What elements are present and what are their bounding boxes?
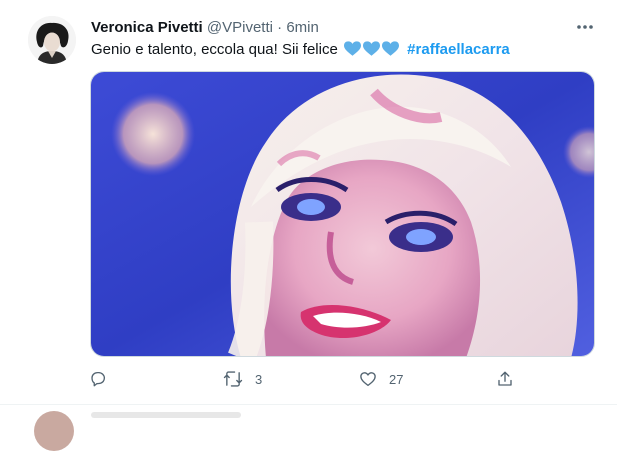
blue-heart-icon bbox=[344, 41, 361, 56]
retweet-button[interactable]: 3 bbox=[223, 366, 262, 392]
tweet-media-image[interactable] bbox=[90, 71, 595, 357]
share-button[interactable] bbox=[496, 366, 514, 392]
tweet-text: Genio e talento, eccola qua! Sii felice … bbox=[91, 40, 510, 60]
hashtag-link[interactable]: #raffaellacarra bbox=[407, 41, 510, 58]
tweet-actions: 3 27 bbox=[0, 366, 617, 392]
like-button[interactable]: 27 bbox=[359, 366, 403, 392]
blue-hearts-emoji bbox=[344, 41, 399, 57]
like-icon bbox=[360, 372, 376, 387]
retweet-count: 3 bbox=[255, 371, 263, 387]
more-horizontal-icon bbox=[577, 25, 593, 29]
tweet[interactable]: Veronica Pivetti @VPivetti · 6min Genio … bbox=[0, 0, 617, 405]
blue-heart-icon bbox=[382, 41, 399, 56]
avatar-image bbox=[28, 16, 76, 64]
next-tweet-header-placeholder bbox=[91, 412, 241, 418]
reply-button[interactable] bbox=[89, 366, 119, 392]
author-handle[interactable]: @VPivetti bbox=[207, 19, 273, 36]
author-avatar[interactable] bbox=[28, 16, 76, 64]
tweet-divider bbox=[0, 404, 617, 405]
author-name[interactable]: Veronica Pivetti bbox=[91, 19, 203, 36]
more-options-button[interactable] bbox=[572, 16, 598, 38]
tweet-header: Veronica Pivetti @VPivetti · 6min bbox=[91, 19, 319, 37]
photo-illustration bbox=[91, 72, 594, 356]
header-separator: · bbox=[277, 19, 283, 36]
blue-heart-icon bbox=[363, 41, 380, 56]
tweet-timestamp[interactable]: 6min bbox=[286, 19, 319, 36]
reply-icon bbox=[91, 371, 106, 387]
share-icon bbox=[498, 371, 512, 386]
like-count: 27 bbox=[389, 371, 404, 387]
retweet-icon bbox=[223, 371, 243, 387]
tweet-text-body: Genio e talento, eccola qua! Sii felice bbox=[91, 41, 338, 58]
next-tweet-avatar[interactable] bbox=[34, 411, 74, 451]
